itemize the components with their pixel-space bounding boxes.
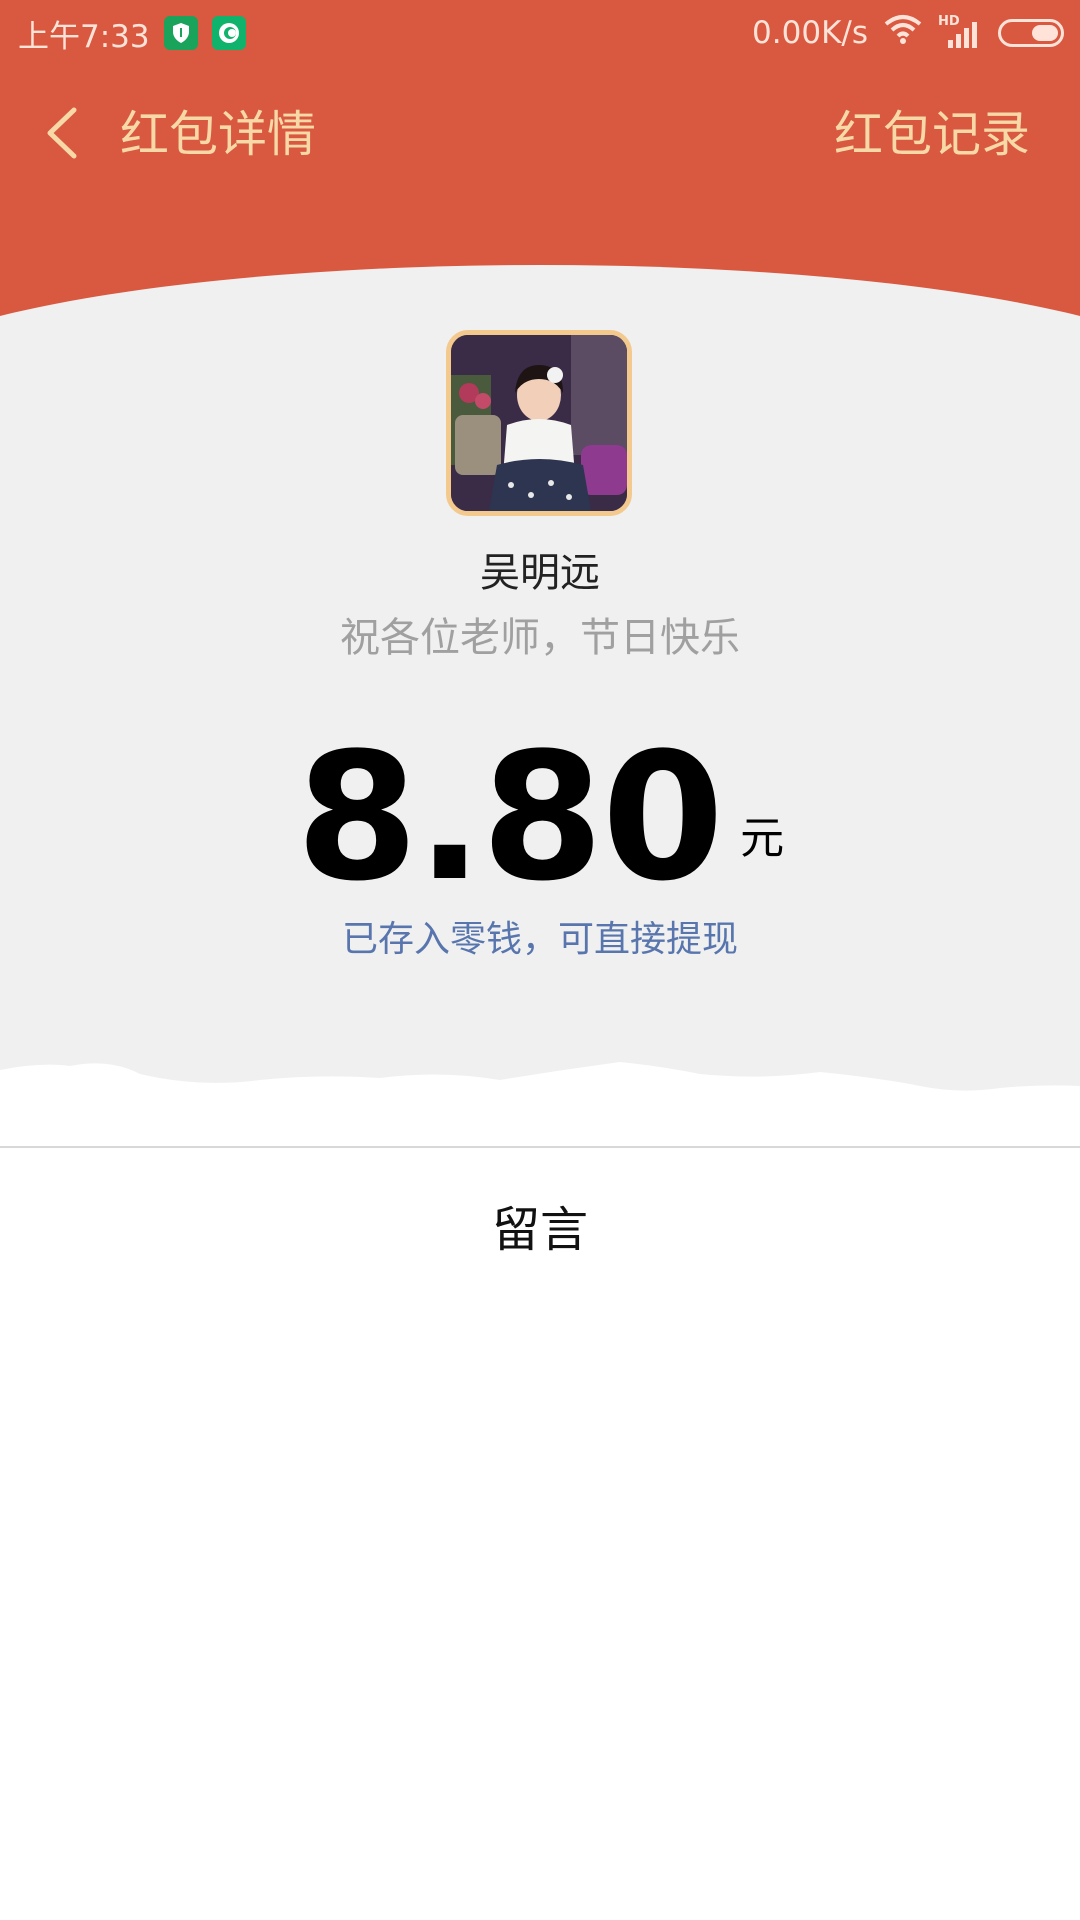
page-title: 红包详情: [120, 106, 317, 163]
red-packet-records-link[interactable]: 红包记录: [834, 100, 1030, 170]
avatar-photo: [451, 335, 627, 511]
shield-app-icon: [163, 16, 198, 50]
hd-signal-icon: HD: [938, 14, 982, 50]
chat-app-icon: [211, 16, 246, 50]
torn-paper-edge: [0, 1062, 1080, 1150]
amount-value: 8.80: [295, 715, 724, 920]
back-button[interactable]: [36, 100, 86, 170]
status-bar-left: 上午7:33: [18, 8, 246, 58]
amount-row: 8.80 元: [0, 730, 1080, 906]
sender-name: 吴明远: [480, 550, 600, 596]
amount-unit: 元: [740, 813, 785, 864]
network-speed: 0.00K/s: [752, 15, 868, 51]
status-time: 上午7:33: [18, 18, 150, 55]
stored-to-change-link[interactable]: 已存入零钱，可直接提现: [0, 910, 1080, 962]
avatar[interactable]: [446, 330, 632, 516]
blessing-message: 祝各位老师，节日快乐: [340, 615, 740, 661]
status-bar-right: 0.00K/s HD: [752, 8, 1064, 58]
wifi-icon: [884, 14, 922, 52]
chevron-left-icon: [44, 106, 78, 164]
comment-section-title: 留言: [491, 1202, 588, 1258]
divider: [0, 1146, 1080, 1148]
battery-icon: [998, 19, 1064, 47]
